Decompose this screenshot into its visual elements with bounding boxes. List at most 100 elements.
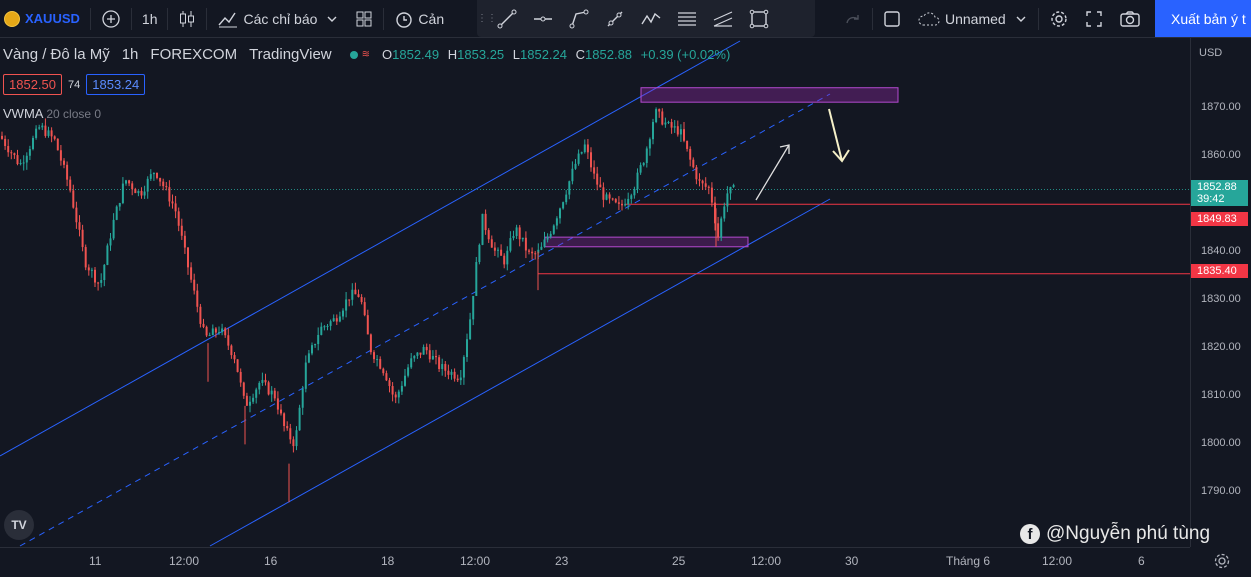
zigzag-tool[interactable] xyxy=(633,0,669,37)
time-label: 12:00 xyxy=(751,554,782,568)
candle-body xyxy=(25,155,28,163)
legend-title[interactable]: Vàng / Đô la Mỹ xyxy=(3,46,110,63)
path-icon xyxy=(569,9,589,28)
candle-body xyxy=(87,267,90,271)
candle-body xyxy=(97,282,100,284)
alert-button[interactable]: Cản xyxy=(386,0,452,37)
candle-body xyxy=(115,206,118,220)
gear-icon xyxy=(1214,553,1230,569)
settings-button[interactable] xyxy=(1041,0,1077,37)
sell-button[interactable]: 1852.50 xyxy=(3,74,62,95)
candle-body xyxy=(487,230,490,240)
candle-body xyxy=(345,299,348,311)
layout-name: Unnamed xyxy=(945,10,1006,27)
grid-icon xyxy=(356,11,372,26)
candle-body xyxy=(608,194,611,199)
candle-body xyxy=(394,394,397,398)
publish-idea-button[interactable]: Xuất bản ý t xyxy=(1155,0,1251,37)
scale-settings-button[interactable] xyxy=(1213,552,1231,573)
time-label: 11 xyxy=(89,554,102,568)
candle-body xyxy=(295,430,298,447)
candle-body xyxy=(159,177,162,182)
time-scale[interactable]: 11 12:00 16 18 12:00 23 25 12:00 30 Thán… xyxy=(0,547,1190,577)
fib-tool[interactable] xyxy=(669,0,705,37)
candle-body xyxy=(692,159,695,168)
candle-body xyxy=(307,353,310,363)
layouts-button[interactable] xyxy=(347,0,381,37)
candle-body xyxy=(10,152,13,154)
candle-body xyxy=(435,356,437,358)
candle-body xyxy=(44,125,47,136)
bid-ask-panel: 1852.50 74 1853.24 xyxy=(3,74,146,95)
candle-body xyxy=(187,247,189,268)
candle-body xyxy=(475,262,478,296)
candle-body xyxy=(549,233,552,237)
candle-body xyxy=(298,407,301,431)
price-scale[interactable]: USD 1870.00 1860.00 1840.00 1830.00 1820… xyxy=(1190,37,1251,547)
channel-tool[interactable] xyxy=(705,0,741,37)
toolbar-divider xyxy=(206,7,208,30)
candle-body xyxy=(118,203,121,207)
time-label: 25 xyxy=(672,554,686,568)
fullscreen-layout-button[interactable] xyxy=(875,0,909,37)
candle-body xyxy=(611,198,614,200)
candle-body xyxy=(562,202,565,209)
fullscreen-button[interactable] xyxy=(1077,0,1111,37)
candle-body xyxy=(617,202,620,204)
expand-icon xyxy=(1086,10,1102,27)
trend-line-tool[interactable] xyxy=(489,0,525,37)
candle-body xyxy=(143,191,146,196)
indicators-button[interactable]: Các chỉ báo xyxy=(209,0,347,37)
tradingview-logo[interactable]: TV xyxy=(4,510,34,540)
buy-button[interactable]: 1853.24 xyxy=(86,74,146,95)
candle-body xyxy=(679,129,682,135)
candle-body xyxy=(230,345,233,356)
drag-handle-icon[interactable]: ⋮⋮ xyxy=(477,13,497,24)
symbol-search[interactable]: XAUUSD xyxy=(0,0,88,37)
candle-body xyxy=(469,319,472,340)
toolbar-divider xyxy=(89,7,91,30)
redo-button[interactable] xyxy=(836,0,870,37)
snapshot-button[interactable] xyxy=(1111,0,1149,37)
candle-body xyxy=(16,155,19,165)
candle-body xyxy=(78,222,81,230)
candle-body xyxy=(732,185,735,188)
candle-body xyxy=(431,356,434,360)
candle-body xyxy=(655,109,658,123)
interval-button[interactable]: 1h xyxy=(134,0,166,37)
rectangle-tool[interactable] xyxy=(741,0,777,37)
current-price-tag: 1852.88 39:42 xyxy=(1191,180,1248,206)
candle-body xyxy=(100,280,103,283)
horizontal-line-tool[interactable] xyxy=(525,0,561,37)
toolbar-divider xyxy=(383,7,385,30)
layout-menu[interactable]: Unnamed xyxy=(909,0,1036,37)
candle-body xyxy=(490,239,493,248)
candle-body xyxy=(335,318,338,322)
candle-body xyxy=(624,204,627,206)
chart-pane[interactable] xyxy=(0,37,1190,547)
level-tag-1: 1849.83 xyxy=(1191,212,1248,226)
candle-body xyxy=(701,180,704,184)
time-label: 30 xyxy=(845,554,859,568)
gear-icon xyxy=(1051,10,1067,27)
candle-body xyxy=(252,397,255,402)
path-tool[interactable] xyxy=(561,0,597,37)
candle-body xyxy=(32,137,34,150)
chart-type-button[interactable] xyxy=(170,0,204,37)
high-label: H xyxy=(447,47,458,62)
candle-body xyxy=(397,391,400,398)
chevron-down-icon xyxy=(1016,16,1026,22)
candle-body xyxy=(165,186,168,188)
candle-body xyxy=(583,144,586,153)
candle-body xyxy=(462,357,465,378)
candle-body xyxy=(683,129,685,141)
compare-button[interactable] xyxy=(93,0,129,37)
candle-body xyxy=(425,346,428,351)
candle-body xyxy=(50,130,53,137)
candle-body xyxy=(546,236,549,240)
candle-body xyxy=(38,127,41,129)
candle-body xyxy=(605,194,608,200)
ruler-tool[interactable] xyxy=(597,0,633,37)
indicator-legend[interactable]: VWMA 20 close 0 xyxy=(3,106,101,121)
candle-body xyxy=(521,237,524,240)
